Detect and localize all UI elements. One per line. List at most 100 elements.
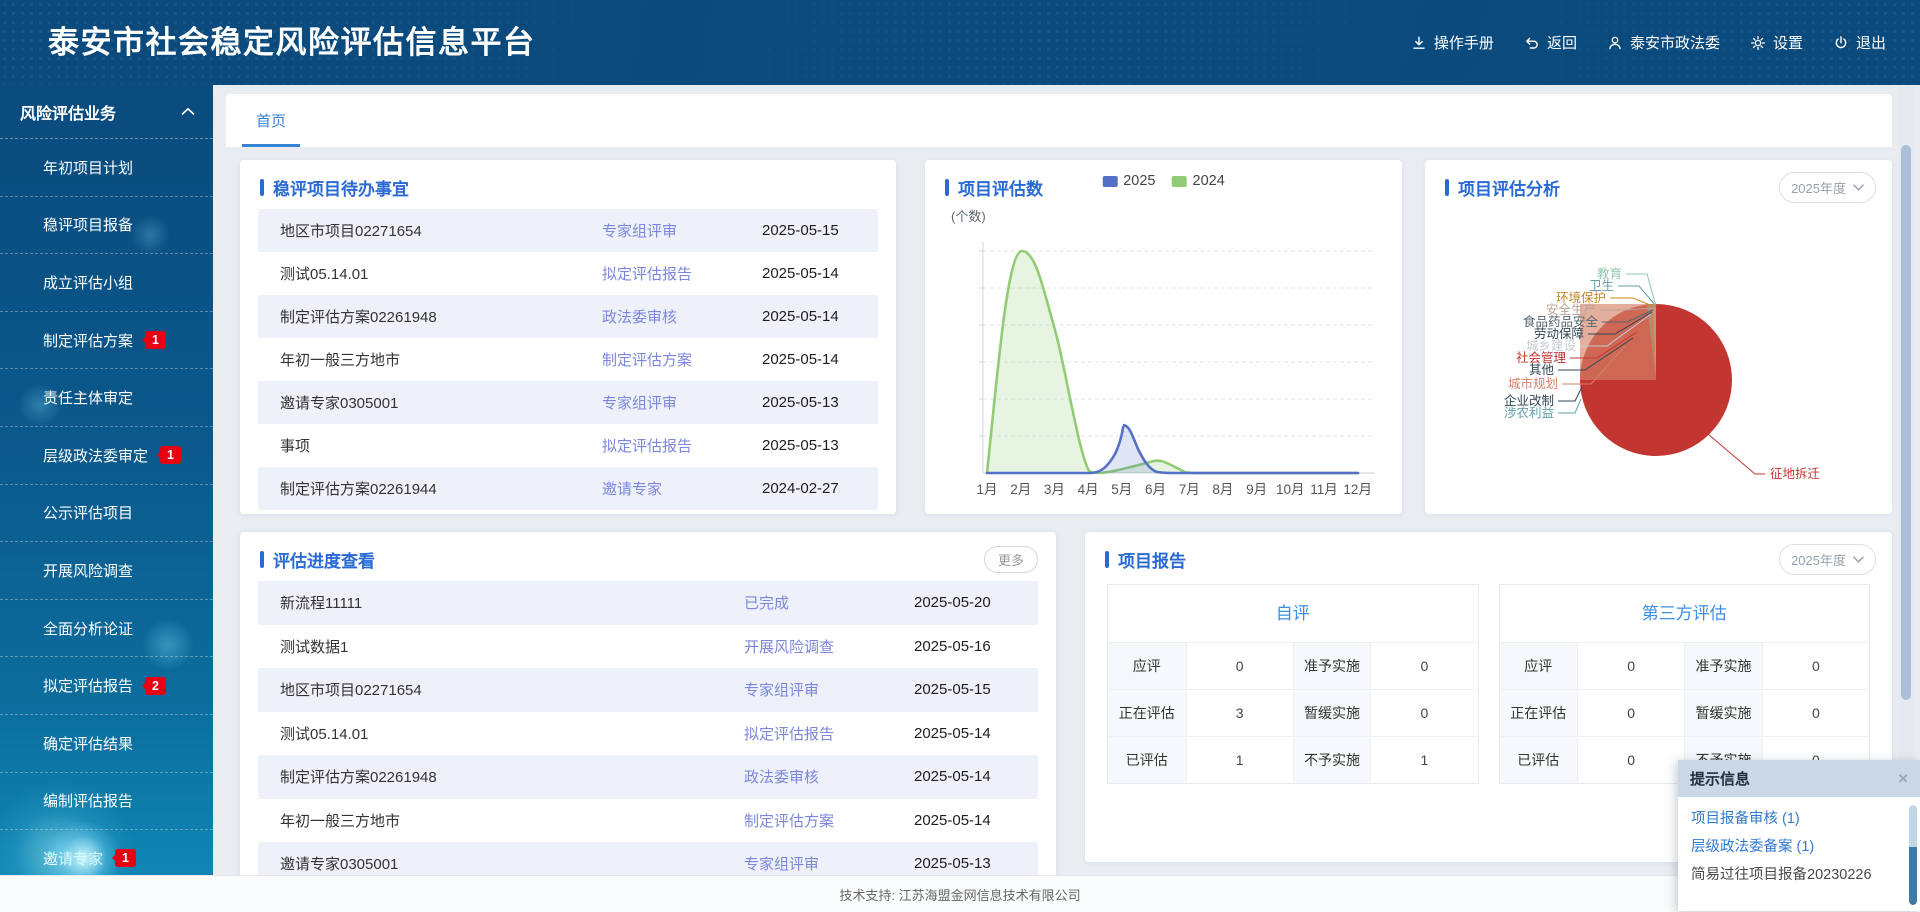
status-link[interactable]: 拟定评估报告	[602, 435, 762, 456]
legend-item-2025[interactable]: 2025	[1102, 173, 1155, 189]
table-row[interactable]: 新流程11111已完成2025-05-20	[258, 581, 1038, 625]
user-icon	[1607, 35, 1623, 51]
popup-link-report-review[interactable]: 项目报备审核 (1)	[1691, 805, 1920, 833]
svg-text:10月: 10月	[1276, 482, 1305, 497]
svg-text:9月: 9月	[1246, 482, 1267, 497]
status-link[interactable]: 专家组评审	[744, 853, 914, 874]
self-assessment-table: 自评 应评 0 准予实施 0 正在评估 3 暂缓实施 0 已评估 1 不予实施	[1107, 584, 1479, 784]
popup-title: 提示信息	[1690, 768, 1898, 789]
analysis-pie-chart: 教育 卫生 环境保护 安全生产 食品药品安全 劳动保障 城乡建设 社会管理 其他…	[1425, 186, 1892, 508]
sidebar-group-risk-assessment[interactable]: 风险评估业务	[0, 85, 213, 139]
table-row[interactable]: 测试05.14.01拟定评估报告2025-05-14	[258, 712, 1038, 756]
svg-text:6月: 6月	[1145, 482, 1166, 497]
tech-support-text: 技术支持: 江苏海盟金网信息技术有限公司	[839, 885, 1080, 904]
sidebar-item-analysis[interactable]: 全面分析论证	[0, 600, 213, 658]
popup-scrollbar-thumb[interactable]	[1909, 805, 1917, 847]
chart-legend: 2025 2024	[1102, 173, 1225, 189]
legend-item-2024[interactable]: 2024	[1172, 173, 1225, 189]
svg-text:8月: 8月	[1212, 482, 1233, 497]
sidebar-item-confirm-result[interactable]: 确定评估结果	[0, 715, 213, 773]
status-link[interactable]: 政法委审核	[744, 766, 914, 787]
svg-text:7月: 7月	[1179, 482, 1200, 497]
page-scrollbar-track[interactable]	[1899, 85, 1915, 875]
close-icon[interactable]: ×	[1898, 770, 1908, 787]
power-icon	[1833, 35, 1849, 51]
status-link[interactable]: 邀请专家	[602, 478, 762, 499]
svg-text:其他: 其他	[1529, 363, 1555, 377]
count-badge: 1	[115, 849, 136, 867]
tab-bar: 首页	[226, 94, 1892, 147]
table-row[interactable]: 制定评估方案02261948政法委审核2025-05-14	[258, 295, 878, 338]
year-filter-dropdown[interactable]: 2025年度	[1779, 544, 1876, 575]
footer: 技术支持: 江苏海盟金网信息技术有限公司	[0, 875, 1920, 912]
table-row[interactable]: 测试05.14.01拟定评估报告2025-05-14	[258, 252, 878, 295]
progress-list: 新流程11111已完成2025-05-20 测试数据1开展风险调查2025-05…	[240, 581, 1056, 886]
tab-home[interactable]: 首页	[250, 94, 292, 147]
status-link[interactable]: 专家组评审	[744, 679, 914, 700]
more-button[interactable]: 更多	[984, 546, 1038, 573]
third-party-table: 第三方评估 应评 0 准予实施 0 正在评估 0 暂缓实施 0 已评估 0 不予…	[1499, 584, 1871, 784]
svg-text:3月: 3月	[1044, 482, 1065, 497]
monthly-area-chart: 1月 2月 3月 4月 5月 6月 7月 8月 9月 10月 11月 12月	[935, 220, 1392, 510]
logout-button[interactable]: 退出	[1833, 32, 1886, 53]
panel-todo: 稳评项目待办事宜 地区市项目02271654专家组评审2025-05-15 测试…	[240, 160, 896, 514]
status-link[interactable]: 专家组评审	[602, 392, 762, 413]
status-link[interactable]: 开展风险调查	[744, 636, 914, 657]
table-row[interactable]: 年初一般三方地市制定评估方案2025-05-14	[258, 799, 1038, 843]
table-row[interactable]: 制定评估方案02261944邀请专家2024-02-27	[258, 467, 878, 510]
sidebar: 风险评估业务 年初项目计划 稳评项目报备 成立评估小组 制定评估方案1 责任主体…	[0, 85, 213, 875]
svg-text:2月: 2月	[1010, 482, 1031, 497]
current-org-button[interactable]: 泰安市政法委	[1607, 32, 1720, 53]
panel-analysis: 项目评估分析 2025年度	[1425, 160, 1892, 514]
status-link[interactable]: 制定评估方案	[602, 349, 762, 370]
status-link[interactable]: 拟定评估报告	[744, 723, 914, 744]
table-row[interactable]: 制定评估方案02261948政法委审核2025-05-14	[258, 755, 1038, 799]
popup-scrollbar[interactable]	[1909, 805, 1917, 905]
title-bar-decoration	[260, 179, 264, 196]
sidebar-item-compile-report[interactable]: 编制评估报告	[0, 773, 213, 831]
header-menu: 操作手册 返回 泰安市政法委 设置 退出	[1411, 0, 1886, 85]
sidebar-item-annual-plan[interactable]: 年初项目计划	[0, 139, 213, 197]
status-link[interactable]: 制定评估方案	[744, 810, 914, 831]
report-tables: 自评 应评 0 准予实施 0 正在评估 3 暂缓实施 0 已评估 1 不予实施	[1107, 584, 1870, 784]
sidebar-item-risk-survey[interactable]: 开展风险调查	[0, 542, 213, 600]
sidebar-item-draft-report[interactable]: 拟定评估报告2	[0, 657, 213, 715]
sidebar-item-make-plan[interactable]: 制定评估方案1	[0, 312, 213, 370]
sidebar-item-responsible-review[interactable]: 责任主体审定	[0, 369, 213, 427]
manual-button[interactable]: 操作手册	[1411, 32, 1494, 53]
svg-text:1月: 1月	[976, 482, 997, 497]
popup-link-zfw-filing[interactable]: 层级政法委备案 (1)	[1691, 833, 1920, 861]
table-row[interactable]: 测试数据1开展风险调查2025-05-16	[258, 625, 1038, 669]
popup-item-past-project: 简易过往项目报备20230226	[1691, 861, 1920, 889]
back-icon	[1524, 35, 1540, 51]
sidebar-item-zfw-review[interactable]: 层级政法委审定1	[0, 427, 213, 485]
panel-progress-title: 评估进度查看	[240, 532, 1056, 581]
legend-swatch	[1172, 176, 1187, 187]
sidebar-item-project-filing[interactable]: 稳评项目报备	[0, 197, 213, 255]
count-badge: 1	[145, 331, 166, 349]
popup-scrollbar-track	[1909, 847, 1917, 905]
svg-text:涉农利益: 涉农利益	[1504, 406, 1554, 420]
status-link[interactable]: 拟定评估报告	[602, 263, 762, 284]
sidebar-item-setup-team[interactable]: 成立评估小组	[0, 254, 213, 312]
svg-text:城市规划: 城市规划	[1508, 376, 1558, 391]
chevron-up-icon	[181, 103, 195, 121]
table-row[interactable]: 事项拟定评估报告2025-05-13	[258, 424, 878, 467]
status-link[interactable]: 政法委审核	[602, 306, 762, 327]
panel-progress: 评估进度查看 更多 新流程11111已完成2025-05-20 测试数据1开展风…	[240, 532, 1056, 880]
legend-swatch	[1102, 176, 1117, 187]
table-row[interactable]: 年初一般三方地市制定评估方案2025-05-14	[258, 338, 878, 381]
table-row[interactable]: 地区市项目02271654专家组评审2025-05-15	[258, 668, 1038, 712]
panel-todo-title: 稳评项目待办事宜	[240, 160, 896, 209]
settings-button[interactable]: 设置	[1750, 32, 1803, 53]
back-button[interactable]: 返回	[1524, 32, 1577, 53]
sidebar-item-publicize[interactable]: 公示评估项目	[0, 485, 213, 543]
table-row[interactable]: 地区市项目02271654专家组评审2025-05-15	[258, 209, 878, 252]
table-title: 自评	[1108, 585, 1478, 642]
panel-report-title: 项目报告	[1085, 532, 1892, 581]
status-link[interactable]: 专家组评审	[602, 220, 762, 241]
sidebar-group-label: 风险评估业务	[20, 100, 181, 124]
table-row[interactable]: 邀请专家0305001专家组评审2025-05-13	[258, 381, 878, 424]
status-link[interactable]: 已完成	[744, 592, 914, 613]
page-scrollbar-thumb[interactable]	[1901, 145, 1911, 700]
